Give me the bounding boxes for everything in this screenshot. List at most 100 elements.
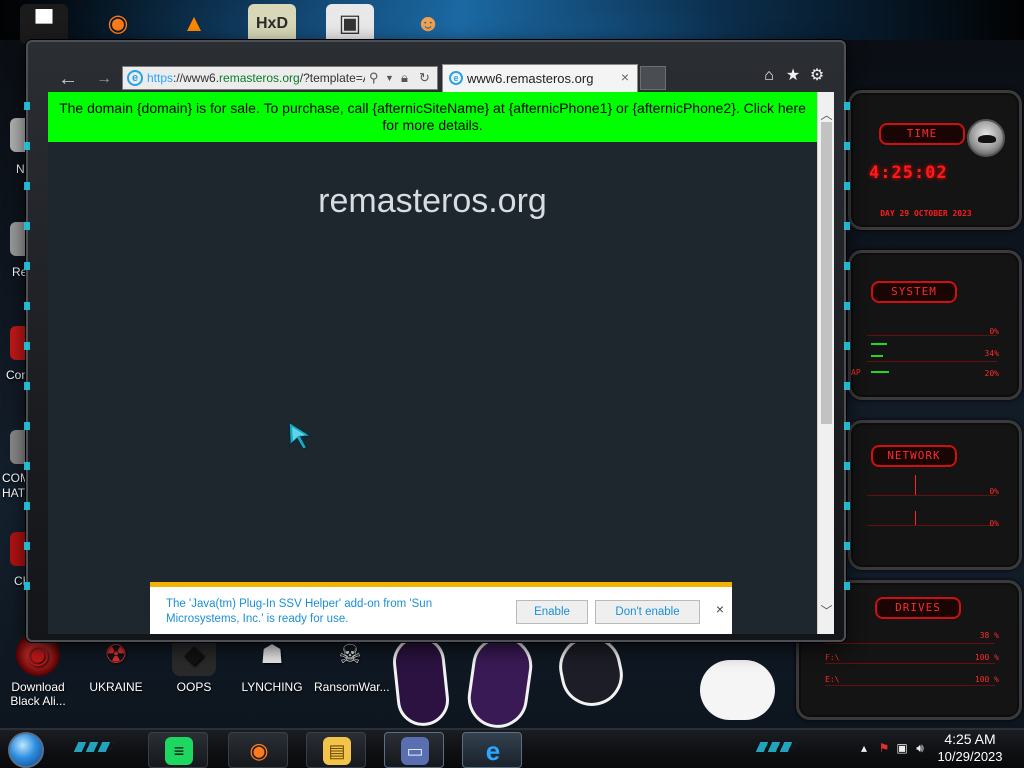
app-window-icon[interactable]: ▣ bbox=[326, 4, 374, 44]
network-tray-icon[interactable]: ▣ bbox=[894, 740, 910, 756]
forward-button[interactable]: → bbox=[90, 66, 118, 94]
enable-button[interactable]: Enable bbox=[516, 600, 588, 624]
url-text[interactable]: https://www6.remasteros.org/?template=A bbox=[147, 71, 365, 85]
desktop-icon-label: RansomWar... bbox=[314, 680, 390, 694]
gadget-title: DRIVES bbox=[875, 597, 961, 619]
taskbar-decoration bbox=[73, 742, 115, 752]
taskbar-app-window[interactable]: ▭ bbox=[384, 732, 444, 768]
wallpaper-figure bbox=[700, 660, 775, 720]
lock-icon[interactable]: 🔒︎ bbox=[401, 70, 408, 86]
taskbar-decoration bbox=[755, 742, 797, 752]
browser-window[interactable]: ← → e https://www6.remasteros.org/?templ… bbox=[24, 40, 850, 642]
system-meter-line bbox=[867, 361, 997, 362]
gadget-stat: 0% bbox=[989, 327, 999, 336]
desktop-icon-download-black-alien[interactable]: ◉ Download Black Ali... bbox=[2, 632, 74, 708]
drive-meter-line bbox=[825, 663, 995, 664]
addon-notification-bar: The 'Java(tm) Plug-In SSV Helper' add-on… bbox=[150, 582, 732, 634]
tab-remasteros[interactable]: e www6.remasteros.org × bbox=[442, 64, 638, 92]
alien-logo-icon bbox=[967, 119, 1005, 157]
gadget-panel: TIME 4:25:02 DAY 29 OCTOBER 2023 SYSTEM … bbox=[796, 90, 1024, 720]
system-meter-fill bbox=[871, 355, 883, 357]
search-icon[interactable]: ⚲ bbox=[369, 70, 379, 86]
settings-gear-icon[interactable]: ⚙ bbox=[806, 64, 828, 88]
wallpaper-figure bbox=[553, 630, 629, 712]
favorites-star-icon[interactable]: ★ bbox=[782, 64, 804, 88]
ie-page-icon: e bbox=[127, 70, 143, 86]
desktop-icon-label: OOPS bbox=[176, 680, 212, 694]
volume-icon[interactable]: 🔊︎ bbox=[912, 740, 928, 756]
address-bar[interactable]: e https://www6.remasteros.org/?template=… bbox=[122, 66, 438, 90]
window-frame-decoration bbox=[844, 102, 850, 622]
scrollbar-thumb[interactable] bbox=[821, 122, 832, 424]
search-dropdown-icon[interactable]: ▼ bbox=[385, 73, 394, 83]
browser-toolbar: ← → e https://www6.remasteros.org/?templ… bbox=[28, 60, 844, 94]
scroll-up-icon[interactable]: ︿ bbox=[820, 106, 833, 123]
network-graph-line bbox=[867, 495, 997, 496]
gadget-stat: 34% bbox=[984, 349, 999, 358]
file-explorer-app-icon: ▤ bbox=[323, 737, 351, 765]
action-center-flag-icon[interactable]: ⚑ bbox=[876, 740, 892, 756]
desktop-icon-label: Download Black Ali... bbox=[10, 680, 66, 708]
spotify-app-icon: ≡ bbox=[165, 737, 193, 765]
gadget-stat: 100 % bbox=[974, 675, 999, 684]
page-viewport[interactable]: The domain {domain} is for sale. To purc… bbox=[48, 92, 834, 634]
blackhat-icon[interactable]: ▀ bbox=[20, 4, 68, 44]
scroll-down-icon[interactable]: ﹀ bbox=[820, 602, 833, 619]
gadget-clock: 4:25:02 bbox=[869, 163, 948, 183]
start-button[interactable] bbox=[8, 732, 44, 768]
close-notification-icon[interactable]: × bbox=[716, 601, 724, 617]
vlc-icon[interactable]: ▲ bbox=[170, 4, 218, 44]
system-meter-line bbox=[867, 335, 997, 336]
gadget-title: TIME bbox=[879, 123, 965, 145]
show-hidden-icons-icon[interactable]: ▴ bbox=[856, 740, 872, 756]
back-button[interactable]: ← bbox=[54, 66, 82, 94]
system-gadget[interactable]: SYSTEM 0% 34% AP 20% bbox=[848, 250, 1022, 400]
gadget-stat: 100 % bbox=[974, 653, 999, 662]
taskbar-app-file-explorer[interactable]: ▤ bbox=[306, 732, 366, 768]
network-gadget[interactable]: NETWORK 0% 0% bbox=[848, 420, 1022, 570]
taskbar-app-spotify[interactable]: ≡ bbox=[148, 732, 208, 768]
taskbar-clock[interactable]: 4:25 AM 10/29/2023 bbox=[930, 730, 1010, 766]
new-tab-button[interactable] bbox=[640, 66, 666, 90]
forward-arrow-icon: → bbox=[96, 70, 112, 87]
taskbar-app-firefox[interactable]: ◉ bbox=[228, 732, 288, 768]
drive-meter-line bbox=[825, 685, 995, 686]
vertical-scrollbar[interactable]: ︿ ﹀ bbox=[817, 92, 834, 634]
site-title: remasteros.org bbox=[318, 182, 547, 220]
hxd-icon[interactable]: HxD bbox=[248, 4, 296, 44]
network-spike bbox=[915, 511, 916, 525]
gadget-title: NETWORK bbox=[871, 445, 957, 467]
desktop-icon-label: LYNCHING bbox=[241, 680, 303, 694]
close-tab-icon[interactable]: × bbox=[621, 69, 629, 85]
network-graph-line bbox=[867, 525, 997, 526]
notification-message: The 'Java(tm) Plug-In SSV Helper' add-on… bbox=[166, 598, 433, 625]
clock-time: 4:25 AM bbox=[944, 731, 996, 747]
time-gadget[interactable]: TIME 4:25:02 DAY 29 OCTOBER 2023 bbox=[848, 90, 1022, 230]
window-app-icon: ▭ bbox=[401, 737, 429, 765]
dont-enable-button[interactable]: Don't enable bbox=[595, 600, 700, 624]
domain-sale-banner[interactable]: The domain {domain} is for sale. To purc… bbox=[48, 92, 817, 142]
system-meter-fill bbox=[871, 371, 889, 373]
gadget-stat-label: AP bbox=[851, 368, 861, 377]
wallpaper-accent bbox=[0, 0, 1024, 40]
wallpaper-figure bbox=[463, 632, 537, 732]
network-spike bbox=[915, 475, 916, 495]
firefox-icon[interactable]: ◉ bbox=[94, 4, 142, 44]
gadget-date: DAY 29 OCTOBER 2023 bbox=[880, 209, 972, 218]
gadget-stat: 38 % bbox=[979, 631, 999, 640]
drive-meter-line bbox=[825, 643, 995, 644]
back-arrow-icon: ← bbox=[58, 68, 78, 90]
home-icon[interactable]: ⌂ bbox=[758, 64, 780, 88]
taskbar-app-internet-explorer[interactable]: e bbox=[462, 732, 522, 768]
person-icon[interactable]: ☻ bbox=[404, 4, 452, 44]
mouse-cursor-icon bbox=[288, 420, 313, 450]
desktop-icon-label: UKRAINE bbox=[89, 680, 143, 694]
system-meter-fill bbox=[871, 343, 887, 345]
refresh-icon[interactable]: ↻ bbox=[419, 70, 430, 86]
gadget-stat: 0% bbox=[989, 519, 999, 528]
wallpaper-figure bbox=[390, 633, 452, 729]
ie-tab-icon: e bbox=[449, 71, 463, 85]
tab-label: www6.remasteros.org bbox=[467, 71, 594, 86]
gadget-stat-label: F:\ bbox=[825, 653, 840, 662]
clock-date: 10/29/2023 bbox=[937, 749, 1003, 764]
